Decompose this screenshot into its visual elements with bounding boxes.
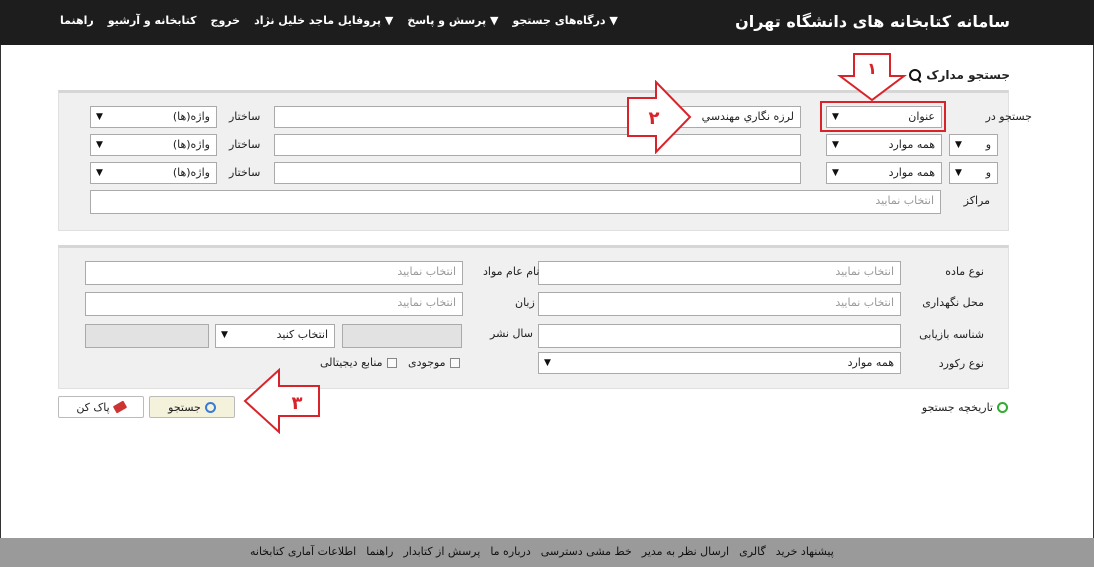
footer-link-stats[interactable]: اطلاعات آماری کتابخانه [250,545,356,558]
retrieval-id-input[interactable] [538,324,901,348]
language-input[interactable]: انتخاب نمایید [85,292,463,316]
material-type-label: نوع ماده [945,265,984,278]
record-type-select[interactable]: ▼ همه موارد [538,352,901,374]
top-nav: درگاه‌های جستجو ▼ پرسش و پاسخ ▼ پروفایل … [60,14,618,27]
operator-select-3[interactable]: ▼ و [949,162,998,184]
nav-qa[interactable]: پرسش و پاسخ ▼ [407,14,498,27]
eraser-icon [112,400,127,414]
chevron-down-icon: ▼ [955,168,962,178]
annotation-arrow-2: ۲ [627,80,692,154]
footer-link-help[interactable]: راهنما [366,545,393,558]
annotation-highlight-box [820,101,946,132]
structure-label-3: ساختار [229,166,261,179]
chevron-down-icon: ▼ [955,140,962,150]
structure-select-1[interactable]: ▼ واژه(ها) [90,106,217,128]
material-type-input[interactable]: انتخاب نمایید [538,261,901,285]
field-select-2[interactable]: ▼ همه موارد [826,134,942,156]
annotation-arrow-3: ۳ [243,368,320,434]
structure-select-3[interactable]: ▼ واژه(ها) [90,162,217,184]
query-input-2[interactable] [274,134,801,156]
site-title: سامانه کتابخانه های دانشگاه تهران [735,12,1010,31]
nav-profile[interactable]: پروفایل ماجد خلیل نژاد ▼ [254,14,393,27]
annotation-label-1: ۱ [867,59,877,78]
checkbox-box[interactable] [449,357,460,368]
general-material-label: نام عام مواد [483,265,540,278]
pub-year-label: سال نشر [490,327,534,340]
page-title: جستجو مدارک [908,68,1010,82]
query-input-1[interactable]: لرزه نگاري مهندسي [274,106,801,128]
footer-link-gallery[interactable]: گالری [739,545,766,558]
available-checkbox[interactable]: موجودی [408,356,460,369]
pub-year-select[interactable]: ▼ انتخاب کنید [215,324,335,348]
checkbox-box[interactable] [386,357,397,368]
footer: پیشنهاد خرید گالری ارسال نظر به مدیر خط … [0,538,1094,567]
clear-button[interactable]: پاک کن [58,396,144,418]
annotation-label-3: ۳ [292,393,303,414]
search-button[interactable]: جستجو [149,396,235,418]
footer-nav: پیشنهاد خرید گالری ارسال نظر به مدیر خط … [250,545,834,558]
footer-link-purchase[interactable]: پیشنهاد خرید [776,545,834,558]
search-icon [908,68,922,82]
footer-link-ask-librarian[interactable]: پرسش از کتابدار [403,545,480,558]
nav-logout[interactable]: خروج [211,14,241,27]
structure-label-1: ساختار [229,110,261,123]
chevron-down-icon: ▼ [544,358,551,368]
top-bar: سامانه کتابخانه های دانشگاه تهران درگاه‌… [0,0,1094,45]
general-material-input[interactable]: انتخاب نمایید [85,261,463,285]
annotation-label-2: ۲ [649,108,660,129]
footer-link-policy[interactable]: خط مشی دسترسی [541,545,632,558]
footer-link-feedback[interactable]: ارسال نظر به مدیر [642,545,729,558]
nav-search-portals[interactable]: درگاه‌های جستجو ▼ [512,14,617,27]
operator-select-2[interactable]: ▼ و [949,134,998,156]
location-input[interactable]: انتخاب نمایید [538,292,901,316]
nav-help[interactable]: راهنما [60,14,94,27]
location-label: محل نگهداری [922,296,984,309]
chevron-down-icon: ▼ [96,112,103,122]
chevron-down-icon: ▼ [221,330,228,340]
magnifier-icon [204,401,216,413]
structure-label-2: ساختار [229,138,261,151]
search-in-label: جستجو در [985,110,1032,123]
annotation-arrow-1: ۱ [837,53,907,102]
pub-year-from-input[interactable] [85,324,209,348]
pub-year-to-input[interactable] [342,324,462,348]
search-history-link[interactable]: تاریخچه جستجو [922,401,1008,414]
digital-resources-checkbox[interactable]: منابع دیجیتالی [320,356,397,369]
centers-label: مراکز [963,194,990,207]
retrieval-id-label: شناسه بازیابی [919,328,984,341]
chevron-down-icon: ▼ [832,140,839,150]
footer-link-about[interactable]: درباره ما [490,545,530,558]
chevron-down-icon: ▼ [96,168,103,178]
centers-input[interactable]: انتخاب نمایید [90,190,941,214]
history-icon [997,402,1008,413]
query-input-3[interactable] [274,162,801,184]
nav-library-archive[interactable]: کتابخانه و آرشیو [108,14,197,27]
language-label: زبان [515,296,535,309]
chevron-down-icon: ▼ [96,140,103,150]
field-select-3[interactable]: ▼ همه موارد [826,162,942,184]
chevron-down-icon: ▼ [832,168,839,178]
structure-select-2[interactable]: ▼ واژه(ها) [90,134,217,156]
record-type-label: نوع رکورد [938,357,984,370]
